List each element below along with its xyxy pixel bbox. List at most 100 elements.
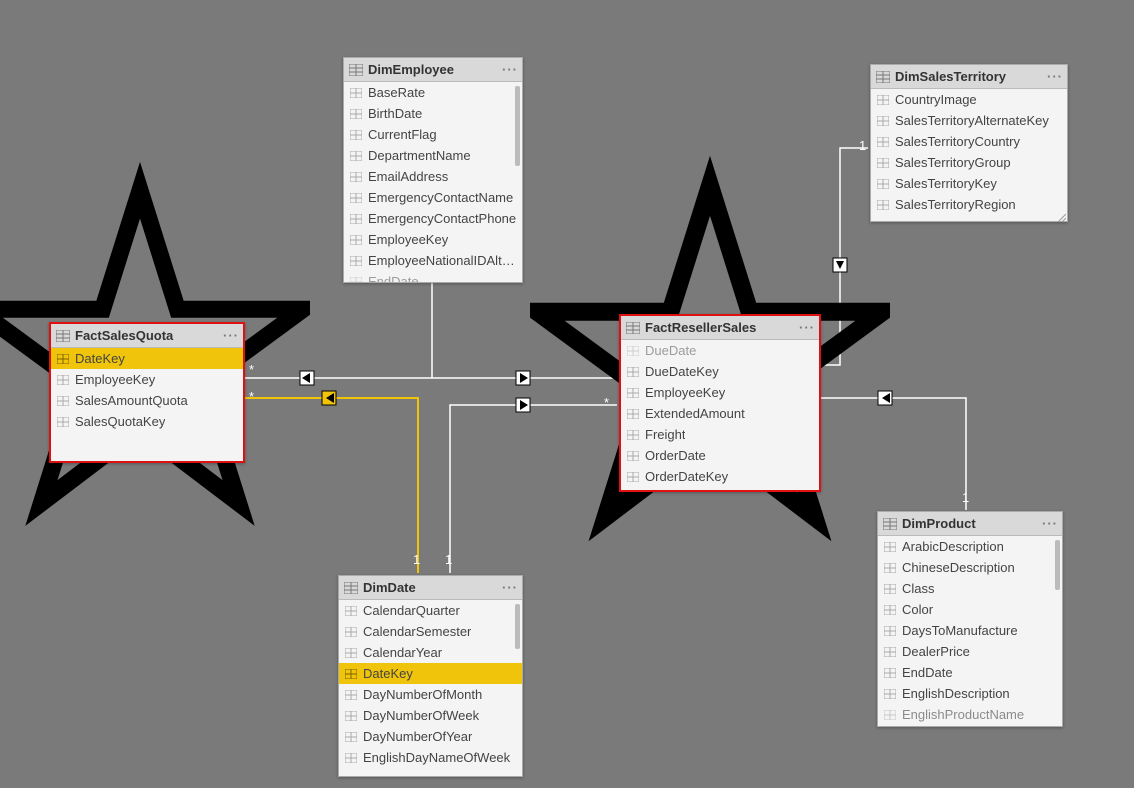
- field-row[interactable]: CalendarQuarter: [339, 600, 522, 621]
- field-label: SalesAmountQuota: [75, 393, 188, 408]
- table-title: DimProduct: [902, 516, 1038, 531]
- field-row[interactable]: SalesTerritoryAlternateKey: [871, 110, 1067, 131]
- field-row[interactable]: DaysToManufacture: [878, 620, 1062, 641]
- field-row[interactable]: EmployeeKey: [344, 229, 522, 250]
- table-body: CalendarQuarter CalendarSemester Calenda…: [339, 600, 522, 776]
- field-label: BaseRate: [368, 85, 425, 100]
- field-row[interactable]: DepartmentName: [344, 145, 522, 166]
- field-row[interactable]: CalendarSemester: [339, 621, 522, 642]
- model-canvas[interactable]: { "tables": { "dimEmployee": { "title": …: [0, 0, 1134, 788]
- field-row[interactable]: SalesTerritoryRegion: [871, 194, 1067, 215]
- field-label: DateKey: [75, 351, 125, 366]
- table-dimsalesterritory[interactable]: DimSalesTerritory ··· CountryImage Sales…: [870, 64, 1068, 222]
- scrollbar[interactable]: [515, 86, 520, 166]
- field-label: CalendarQuarter: [363, 603, 460, 618]
- field-icon: [348, 274, 364, 283]
- field-label: EmployeeKey: [75, 372, 155, 387]
- field-row[interactable]: BirthDate: [344, 103, 522, 124]
- field-row[interactable]: EmergencyContactName: [344, 187, 522, 208]
- field-icon: [875, 92, 891, 108]
- field-row[interactable]: SalesTerritoryKey: [871, 173, 1067, 194]
- table-icon: [625, 320, 641, 336]
- field-label: CountryImage: [895, 92, 977, 107]
- field-row[interactable]: DealerPrice: [878, 641, 1062, 662]
- field-icon: [348, 106, 364, 122]
- resize-grip-icon[interactable]: [1056, 210, 1066, 220]
- table-body: ArabicDescription ChineseDescription Cla…: [878, 536, 1062, 726]
- field-row[interactable]: EnglishProductName: [878, 704, 1062, 725]
- field-row[interactable]: DateKey: [339, 663, 522, 684]
- field-row[interactable]: CountryImage: [871, 89, 1067, 110]
- field-icon: [882, 539, 898, 555]
- field-icon: [882, 665, 898, 681]
- table-header[interactable]: FactResellerSales ···: [621, 316, 819, 340]
- field-row[interactable]: DateKey: [51, 348, 243, 369]
- field-label: BirthDate: [368, 106, 422, 121]
- field-row[interactable]: EmployeeKey: [621, 382, 819, 403]
- table-dimdate[interactable]: DimDate ··· CalendarQuarter CalendarSeme…: [338, 575, 523, 777]
- field-row[interactable]: CurrentFlag: [344, 124, 522, 145]
- table-title: DimDate: [363, 580, 498, 595]
- cardinality-many: *: [604, 395, 609, 410]
- table-header[interactable]: DimSalesTerritory ···: [871, 65, 1067, 89]
- table-dimproduct[interactable]: DimProduct ··· ArabicDescription Chinese…: [877, 511, 1063, 727]
- table-menu-icon[interactable]: ···: [498, 62, 518, 77]
- field-row[interactable]: EnglishDayNameOfWeek: [339, 747, 522, 768]
- field-row[interactable]: EmailAddress: [344, 166, 522, 187]
- field-label: OrderDateKey: [645, 469, 728, 484]
- table-menu-icon[interactable]: ···: [1038, 516, 1058, 531]
- field-row[interactable]: EmployeeKey: [51, 369, 243, 390]
- field-icon: [875, 176, 891, 192]
- field-label: DateKey: [363, 666, 413, 681]
- field-icon: [343, 645, 359, 661]
- field-row[interactable]: Class: [878, 578, 1062, 599]
- field-row[interactable]: CalendarYear: [339, 642, 522, 663]
- field-row[interactable]: Freight: [621, 424, 819, 445]
- field-label: SalesTerritoryAlternateKey: [895, 113, 1049, 128]
- field-row[interactable]: SalesAmountQuota: [51, 390, 243, 411]
- field-icon: [882, 581, 898, 597]
- cardinality-one: 1: [859, 138, 866, 153]
- scrollbar[interactable]: [1055, 540, 1060, 590]
- table-menu-icon[interactable]: ···: [795, 320, 815, 335]
- field-row[interactable]: DueDate: [621, 340, 819, 361]
- field-row[interactable]: ChineseDescription: [878, 557, 1062, 578]
- table-menu-icon[interactable]: ···: [498, 580, 518, 595]
- field-row[interactable]: DueDateKey: [621, 361, 819, 382]
- table-menu-icon[interactable]: ···: [219, 328, 239, 343]
- field-label: EmployeeKey: [645, 385, 725, 400]
- field-row[interactable]: DayNumberOfMonth: [339, 684, 522, 705]
- field-row[interactable]: EmployeeNationalIDAlter...: [344, 250, 522, 271]
- field-row[interactable]: SalesQuotaKey: [51, 411, 243, 432]
- field-row[interactable]: SalesTerritoryGroup: [871, 152, 1067, 173]
- table-factsalesquota[interactable]: FactSalesQuota ··· DateKey EmployeeKey S…: [49, 322, 245, 463]
- field-row[interactable]: EmergencyContactPhone: [344, 208, 522, 229]
- table-header[interactable]: DimProduct ···: [878, 512, 1062, 536]
- cardinality-one: 1: [413, 552, 420, 567]
- field-row[interactable]: BaseRate: [344, 82, 522, 103]
- field-icon: [882, 707, 898, 723]
- table-factresellersales[interactable]: FactResellerSales ··· DueDate DueDateKey…: [619, 314, 821, 492]
- field-label: EmergencyContactPhone: [368, 211, 516, 226]
- field-label: ArabicDescription: [902, 539, 1004, 554]
- field-icon: [55, 351, 71, 367]
- field-icon: [882, 602, 898, 618]
- field-row[interactable]: EndDate: [344, 271, 522, 282]
- field-row[interactable]: DayNumberOfYear: [339, 726, 522, 747]
- table-header[interactable]: FactSalesQuota ···: [51, 324, 243, 348]
- cardinality-one: 1: [962, 490, 969, 505]
- field-row[interactable]: EndDate: [878, 662, 1062, 683]
- field-row[interactable]: OrderDateKey: [621, 466, 819, 487]
- field-row[interactable]: DayNumberOfWeek: [339, 705, 522, 726]
- field-row[interactable]: SalesTerritoryCountry: [871, 131, 1067, 152]
- field-row[interactable]: ArabicDescription: [878, 536, 1062, 557]
- table-header[interactable]: DimDate ···: [339, 576, 522, 600]
- field-row[interactable]: EnglishDescription: [878, 683, 1062, 704]
- field-row[interactable]: ExtendedAmount: [621, 403, 819, 424]
- table-header[interactable]: DimEmployee ···: [344, 58, 522, 82]
- scrollbar[interactable]: [515, 604, 520, 649]
- table-menu-icon[interactable]: ···: [1043, 69, 1063, 84]
- field-row[interactable]: OrderDate: [621, 445, 819, 466]
- table-dimemployee[interactable]: DimEmployee ··· BaseRate BirthDate Curre…: [343, 57, 523, 283]
- field-row[interactable]: Color: [878, 599, 1062, 620]
